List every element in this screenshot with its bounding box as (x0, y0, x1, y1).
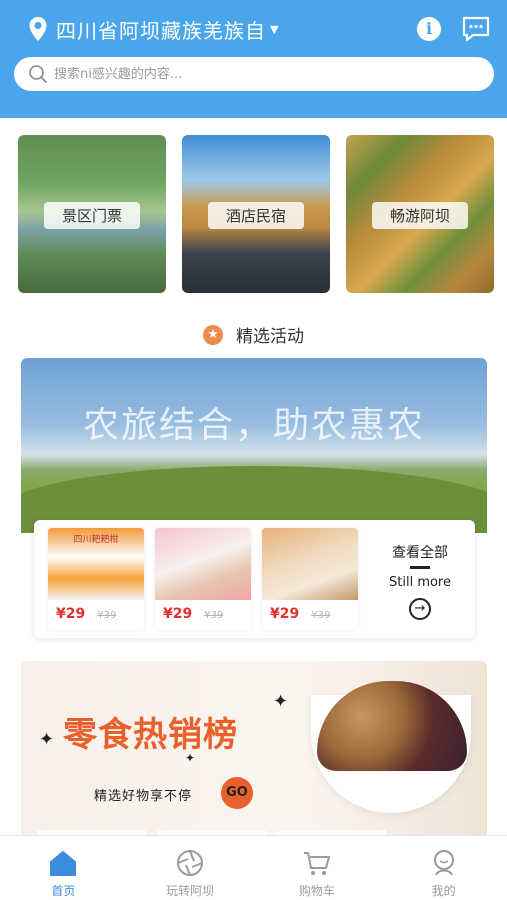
product-old-price: ¥39 (97, 610, 117, 621)
profile-icon (433, 850, 454, 876)
category-label: 酒店民宿 (207, 202, 305, 229)
product-card[interactable]: 四川耙耙柑 ¥29 ¥39 (48, 528, 144, 630)
snack-banner-subtitle: 精选好物享不停 (94, 789, 193, 804)
snack-banner-title: 零食热销榜 (63, 715, 238, 755)
section-title-text: 精选活动 (236, 327, 304, 347)
info-icon[interactable]: i (417, 17, 441, 41)
view-all-label-en: Still more (389, 575, 451, 590)
star-icon: ★ (203, 324, 223, 345)
search-bar[interactable] (14, 57, 494, 91)
view-all-button[interactable]: 查看全部 Still more → (384, 542, 456, 620)
location-selector[interactable]: 四川省阿坝藏族羌族自 ▼ (28, 14, 278, 44)
banner-slogan: 农旅结合，助农惠农 (82, 405, 425, 446)
product-old-price: ¥39 (311, 610, 331, 621)
view-all-label: 查看全部 (392, 545, 448, 561)
product-strip: 四川耙耙柑 ¥29 ¥39 ¥29 ¥39 ¥29 ¥39 查看全部 Still (34, 520, 475, 638)
arrow-right-icon: → (409, 598, 431, 620)
category-label: 景区门票 (43, 202, 141, 229)
cart-icon (303, 852, 330, 875)
location-text: 四川省阿坝藏族羌族自 (56, 18, 266, 43)
message-icon[interactable] (461, 15, 491, 43)
featured-section-title: ★ 精选活动 (0, 322, 507, 347)
snack-banner[interactable]: ✦ ✦ ✦ 零食热销榜 精选好物享不停 GO (21, 661, 487, 835)
product-price: ¥29 (163, 606, 193, 622)
header: 四川省阿坝藏族羌族自 ▼ i (0, 0, 507, 118)
aperture-icon (177, 850, 204, 876)
tab-label: 首页 (51, 884, 76, 898)
go-button[interactable]: GO (221, 777, 253, 809)
tab-label: 玩转阿坝 (166, 884, 215, 898)
main-content: 景区门票 酒店民宿 畅游阿坝 ★ 精选活动 农旅结合，助农惠农 四川耙耙柑 ¥2… (0, 118, 507, 835)
product-price: ¥29 (56, 606, 86, 622)
product-card[interactable]: ¥29 ¥39 (155, 528, 251, 630)
product-card[interactable]: ¥29 ¥39 (262, 528, 358, 630)
category-explore-aba[interactable]: 畅游阿坝 (346, 135, 494, 293)
chevron-down-icon: ▼ (270, 22, 279, 36)
product-image-oranges: 四川耙耙柑 (48, 528, 144, 600)
product-price: ¥29 (270, 606, 300, 622)
tab-label: 我的 (431, 884, 456, 898)
featured-banner[interactable]: 农旅结合，助农惠农 (21, 358, 487, 533)
search-icon (29, 65, 47, 83)
bottom-tab-bar: 首页 玩转阿坝 购物车 我的 (0, 835, 507, 900)
product-image-snacks (262, 528, 358, 600)
location-pin-icon (29, 17, 47, 41)
divider (410, 566, 430, 569)
category-scenic-tickets[interactable]: 景区门票 (18, 135, 166, 293)
sparkle-icon: ✦ (39, 729, 55, 750)
tab-home[interactable]: 首页 (0, 836, 127, 900)
tab-cart[interactable]: 购物车 (254, 836, 381, 900)
product-image-apples (155, 528, 251, 600)
tab-explore[interactable]: 玩转阿坝 (127, 836, 254, 900)
tab-label: 购物车 (298, 884, 335, 898)
sparkle-icon: ✦ (273, 691, 289, 712)
search-input[interactable] (54, 66, 454, 82)
category-hotels[interactable]: 酒店民宿 (182, 135, 330, 293)
product-old-price: ¥39 (204, 610, 224, 621)
tab-profile[interactable]: 我的 (380, 836, 507, 900)
product-badge: 四川耙耙柑 (73, 535, 119, 545)
home-icon (50, 851, 77, 876)
category-label: 畅游阿坝 (371, 202, 469, 229)
